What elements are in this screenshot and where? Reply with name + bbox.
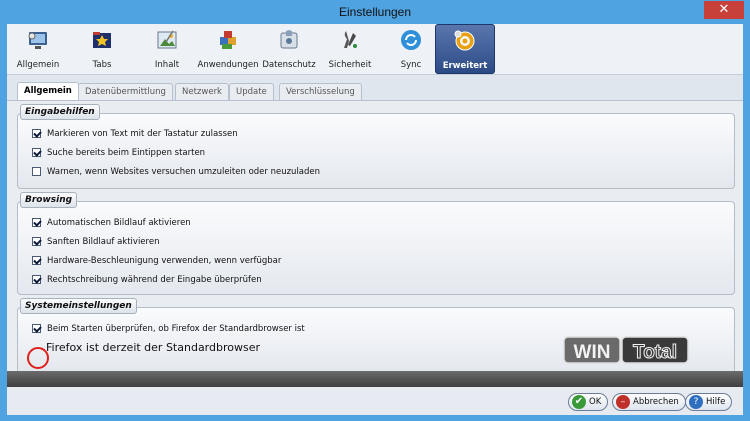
toolbar-label: Anwendungen [197, 60, 259, 70]
tab-data-transfer[interactable]: Datenübermittlung [78, 83, 173, 101]
general-panel: Eingabehilfen Markieren von Text mit der… [7, 100, 743, 388]
option-label: Sanften Bildlauf aktivieren [47, 237, 160, 247]
security-icon [344, 31, 357, 48]
toolbar-label: Datenschutz [262, 60, 316, 70]
option-label: Hardware-Beschleunigung verwenden, wenn … [47, 256, 282, 266]
sync-icon [401, 30, 421, 50]
group-title: Systemeinstellungen [20, 298, 137, 314]
tab-encryption[interactable]: Verschlüsselung [279, 83, 362, 101]
toolbar-label: Allgemein [16, 60, 60, 70]
group-browsing: Browsing Automatischen Bildlauf aktivier… [17, 192, 735, 295]
dialog-footer: ✔ OK – Abbrechen ? Hilfe [7, 387, 743, 415]
tabs-icon [93, 32, 111, 48]
dark-strip [7, 371, 743, 388]
toolbar-item-security[interactable]: Sicherheit [321, 24, 379, 74]
default-browser-status: Firefox ist derzeit der Standardbrowser [46, 341, 261, 354]
option-label: Markieren von Text mit der Tastatur zula… [47, 129, 238, 139]
checkmark-icon: ✔ [572, 395, 586, 409]
toolbar-label: Erweitert [442, 61, 488, 71]
tab-general[interactable]: Allgemein [17, 82, 79, 102]
settings-content: Allgemein Datenübermittlung Netzwerk Upd… [7, 75, 743, 388]
advanced-gear-icon [454, 30, 475, 51]
checkbox[interactable] [32, 167, 41, 176]
settings-window: Einstellungen ✕ Allgemein Tabs Inhalt An… [0, 0, 750, 421]
content-icon [157, 30, 177, 49]
cancel-icon: – [616, 395, 630, 409]
toolbar-label: Sicherheit [328, 60, 372, 70]
cancel-label: Abbrechen [633, 397, 679, 407]
option-label: Automatischen Bildlauf aktivieren [47, 218, 191, 228]
ok-button[interactable]: ✔ OK [568, 393, 609, 411]
wintotal-watermark-logo: WIN Total [562, 333, 692, 367]
group-title: Browsing [20, 192, 78, 208]
checkbox[interactable] [32, 218, 41, 227]
option-label: Suche bereits beim Eintippen starten [47, 148, 206, 158]
title-bar: Einstellungen ✕ [0, 0, 750, 24]
checkbox[interactable] [32, 129, 41, 138]
window-title: Einstellungen [338, 5, 412, 19]
close-button[interactable]: ✕ [704, 1, 744, 19]
category-toolbar: Allgemein Tabs Inhalt Anwendungen Datens… [7, 24, 743, 75]
toolbar-item-privacy[interactable]: Datenschutz [260, 24, 318, 74]
checkbox[interactable] [32, 324, 41, 333]
cancel-button[interactable]: – Abbrechen [612, 393, 686, 411]
help-label: Hilfe [706, 397, 726, 407]
group-accessibility: Eingabehilfen Markieren von Text mit der… [17, 104, 735, 189]
tab-update[interactable]: Update [229, 83, 274, 101]
group-title: Eingabehilfen [20, 104, 100, 120]
checkbox[interactable] [32, 275, 41, 284]
option-label: Beim Starten überprüfen, ob Firefox der … [47, 324, 305, 334]
privacy-icon [280, 30, 298, 49]
toolbar-label: Tabs [92, 60, 112, 70]
option-label: Rechtschreibung während der Eingabe über… [47, 275, 262, 285]
general-icon [28, 32, 47, 49]
checkbox[interactable] [32, 237, 41, 246]
toolbar-item-tabs[interactable]: Tabs [73, 24, 131, 74]
toolbar-item-general[interactable]: Allgemein [9, 24, 67, 74]
help-button[interactable]: ? Hilfe [685, 393, 733, 411]
watermark-part1: WIN [574, 342, 611, 363]
highlight-circle [27, 347, 49, 369]
toolbar-item-content[interactable]: Inhalt [138, 24, 196, 74]
checkbox[interactable] [32, 148, 41, 157]
toolbar-item-applications[interactable]: Anwendungen [198, 24, 258, 74]
option-label: Warnen, wenn Websites versuchen umzuleit… [47, 167, 321, 177]
tab-network[interactable]: Netzwerk [175, 83, 229, 101]
applications-icon [220, 31, 236, 49]
watermark-part2: Total [633, 342, 677, 363]
toolbar-item-advanced[interactable]: Erweitert [435, 24, 495, 74]
toolbar-label: Inhalt [154, 60, 180, 70]
help-icon: ? [689, 395, 703, 409]
ok-label: OK [589, 397, 602, 407]
checkbox[interactable] [32, 256, 41, 265]
